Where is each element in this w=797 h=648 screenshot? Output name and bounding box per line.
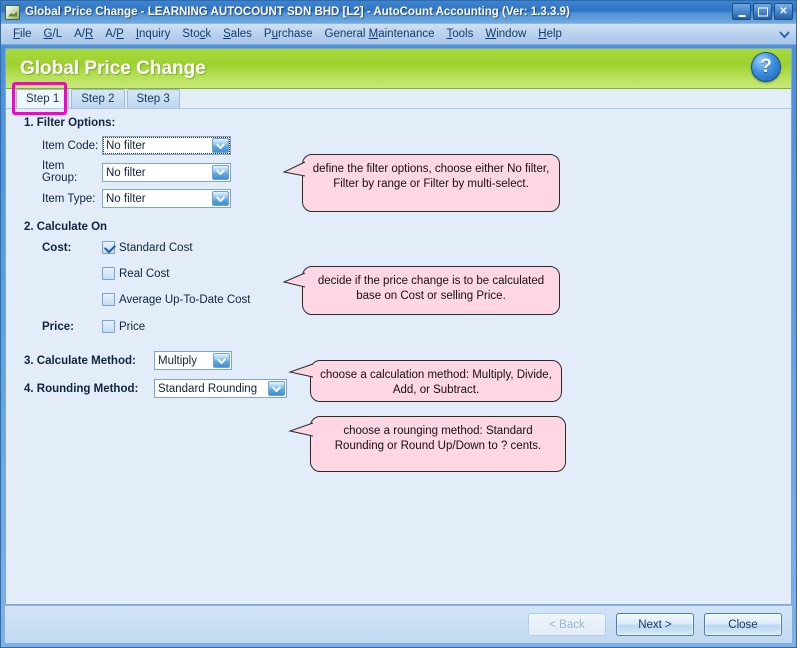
page-title: Global Price Change	[20, 57, 206, 79]
label-cost: Cost:	[42, 241, 72, 254]
menu-item-stock[interactable]: Stock	[176, 26, 217, 42]
label-item-code: Item Code:	[42, 139, 99, 152]
item-group-filter-select[interactable]: No filter	[102, 162, 231, 182]
item-code-filter-value: No filter	[103, 137, 212, 154]
menu-item-help[interactable]: Help	[532, 26, 568, 42]
menu-item-tools[interactable]: Tools	[441, 26, 480, 42]
chevron-down-icon[interactable]	[212, 138, 229, 153]
callout-calculate-method: choose a calculation method: Multiply, D…	[288, 360, 562, 402]
chevron-down-icon[interactable]	[213, 353, 230, 368]
menu-item-ap[interactable]: A/P	[99, 26, 130, 42]
menu-item-file[interactable]: File	[7, 26, 38, 42]
callout-rounding-method-text: choose a rounging method: Standard Round…	[334, 425, 542, 452]
section-heading-filter-options: 1. Filter Options:	[24, 117, 116, 129]
wizard-tabs: Step 1 Step 2 Step 3	[6, 82, 791, 115]
chevron-down-icon[interactable]	[268, 381, 285, 396]
application-window: Global Price Change - LEARNING AUTOCOUNT…	[0, 0, 797, 648]
close-icon[interactable]	[774, 3, 793, 20]
menu-item-inquiry[interactable]: Inquiry	[130, 26, 177, 42]
client-area: Global Price Change ? Step 1 Step 2 Step…	[1, 45, 796, 647]
rounding-method-value: Standard Rounding	[155, 380, 268, 397]
calculate-method-select[interactable]: Multiply	[154, 351, 232, 370]
maximize-icon[interactable]	[753, 3, 772, 20]
item-type-filter-select[interactable]: No filter	[102, 189, 231, 208]
callout-rounding-method: choose a rounging method: Standard Round…	[288, 416, 566, 472]
chevron-down-icon[interactable]	[776, 26, 792, 43]
checkbox-average-up-to-date-cost[interactable]	[102, 293, 115, 306]
item-type-filter-value: No filter	[103, 190, 212, 207]
label-rounding-method: 4. Rounding Method:	[24, 382, 139, 395]
minimize-icon[interactable]	[732, 3, 751, 20]
back-button[interactable]: < Back	[528, 613, 606, 636]
next-button[interactable]: Next >	[616, 613, 694, 636]
menu-item-purchase[interactable]: Purchase	[258, 26, 319, 42]
form-body: 1. Filter Options: Item Code: No filter …	[6, 109, 791, 604]
label-calculate-method: 3. Calculate Method:	[24, 354, 136, 367]
checkbox-standard-cost[interactable]	[102, 241, 115, 254]
section-heading-calculate-on: 2. Calculate On	[24, 221, 108, 233]
title-bar: Global Price Change - LEARNING AUTOCOUNT…	[1, 1, 796, 23]
tab-step-1[interactable]: Step 1	[16, 89, 70, 108]
checkbox-row-standard-cost: Cost: Standard Cost	[24, 241, 791, 254]
calculate-method-value: Multiply	[155, 352, 213, 369]
menu-item-general-maintenance[interactable]: General Maintenance	[319, 26, 441, 42]
menu-bar: File G/L A/R A/P Inquiry Stock Sales Pur…	[1, 23, 796, 45]
menu-item-sales[interactable]: Sales	[217, 26, 258, 42]
wizard-footer: < Back Next > Close	[5, 605, 792, 643]
menu-item-ar[interactable]: A/R	[68, 26, 99, 42]
label-standard-cost[interactable]: Standard Cost	[119, 242, 193, 254]
checkbox-real-cost[interactable]	[102, 267, 115, 280]
tab-step-2[interactable]: Step 2	[71, 89, 125, 108]
callout-calculate-on-text: decide if the price change is to be calc…	[317, 275, 545, 302]
page-banner: Global Price Change ?	[6, 49, 791, 89]
checkbox-row-price: Price: Price	[24, 320, 791, 333]
callout-calculate-on: decide if the price change is to be calc…	[282, 266, 560, 315]
label-real-cost[interactable]: Real Cost	[119, 268, 170, 280]
label-item-type: Item Type:	[42, 192, 96, 205]
item-group-filter-value: No filter	[103, 163, 212, 181]
checkbox-price[interactable]	[102, 320, 115, 333]
label-item-group: Item Group:	[42, 160, 78, 184]
label-price-option[interactable]: Price	[119, 321, 145, 333]
autocount-icon	[5, 4, 20, 20]
menu-item-window[interactable]: Window	[479, 26, 532, 42]
field-row-item-code: Item Code: No filter	[24, 136, 791, 155]
menu-item-gl[interactable]: G/L	[38, 26, 69, 42]
label-average-up-to-date-cost[interactable]: Average Up-To-Date Cost	[119, 294, 250, 306]
help-question-icon[interactable]: ?	[751, 52, 781, 82]
callout-calculate-method-text: choose a calculation method: Multiply, D…	[320, 369, 552, 396]
window-title: Global Price Change - LEARNING AUTOCOUNT…	[25, 6, 570, 18]
callout-filter-options-text: define the filter options, choose either…	[312, 163, 550, 190]
global-price-change-form: Global Price Change ? Step 1 Step 2 Step…	[5, 48, 792, 605]
window-controls	[732, 3, 793, 20]
chevron-down-icon[interactable]	[212, 164, 229, 180]
tab-step-3[interactable]: Step 3	[126, 89, 180, 108]
item-code-filter-select[interactable]: No filter	[102, 136, 231, 155]
callout-filter-options: define the filter options, choose either…	[282, 154, 560, 212]
close-button[interactable]: Close	[704, 613, 782, 636]
label-price: Price:	[42, 320, 74, 333]
rounding-method-select[interactable]: Standard Rounding	[154, 379, 287, 398]
chevron-down-icon[interactable]	[212, 191, 229, 206]
